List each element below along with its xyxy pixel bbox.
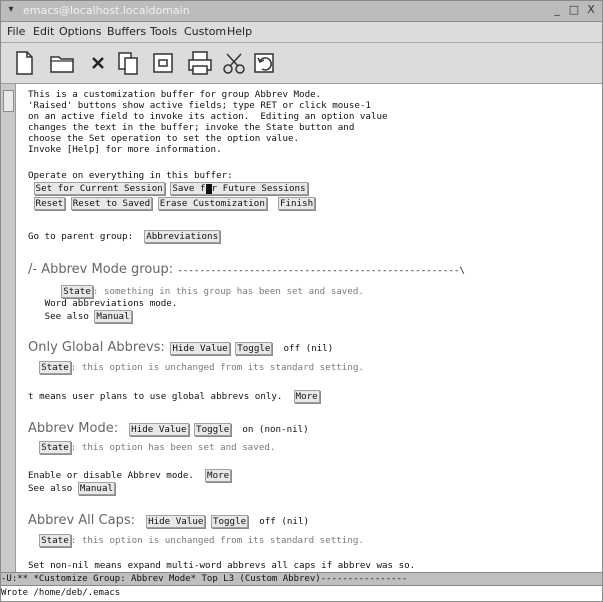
option3-state-line: State: this option is unchanged from its… xyxy=(28,534,364,547)
abbreviations-group-button[interactable]: Abbreviations xyxy=(144,230,221,243)
paste-icon[interactable] xyxy=(149,48,179,78)
save-future-sessions-button[interactable]: Save f r Future Sessions xyxy=(170,182,308,195)
group-desc-text: Word abbreviations mode. xyxy=(44,298,178,309)
option2-description: Enable or disable Abbrev mode. xyxy=(28,470,194,481)
minimize-button[interactable]: _ xyxy=(550,3,564,17)
option1-description: t means user plans to use global abbrevs… xyxy=(28,391,283,402)
group-state-text: : something in this group has been set a… xyxy=(92,286,364,297)
minibuffer-text: Wrote /home/deb/.emacs xyxy=(1,588,121,598)
buffer-text: This is a customization buffer for group… xyxy=(28,84,593,572)
option-only-global-abbrevs-line: Only Global Abbrevs: Hide Value Toggle o… xyxy=(28,340,334,355)
menu-bar: File Edit Options Buffers Tools Custom H… xyxy=(1,22,602,43)
new-file-icon[interactable] xyxy=(9,48,39,78)
close-window-button[interactable]: X xyxy=(584,3,598,17)
hide-value-button[interactable]: Hide Value xyxy=(129,423,189,436)
reset-to-saved-button[interactable]: Reset to Saved xyxy=(70,197,153,210)
operate-buttons-row-1: Set for Current Session Save f r Future S… xyxy=(28,182,308,195)
option-abbrev-mode-line: Abbrev Mode: Hide Value Toggle on (non-n… xyxy=(28,421,309,436)
intro-line: changes the text in the buffer; invoke t… xyxy=(28,122,355,133)
menu-custom[interactable]: Custom xyxy=(184,25,226,38)
option2-see-also-line: See also Manual xyxy=(28,482,116,495)
toggle-button[interactable]: Toggle xyxy=(235,342,273,355)
set-current-session-button[interactable]: Set for Current Session xyxy=(33,182,165,195)
menu-buffers[interactable]: Buffers xyxy=(107,25,146,38)
close-icon[interactable] xyxy=(83,48,113,78)
group-description: Word abbreviations mode. xyxy=(28,298,178,309)
option1-state-text: : this option is unchanged from its stan… xyxy=(70,362,364,373)
intro-line: This is a customization buffer for group… xyxy=(28,89,322,100)
option3-description-line: Set non-nil means expand multi-word abbr… xyxy=(28,560,416,571)
menu-file[interactable]: File xyxy=(7,25,25,38)
option-abbrev-all-caps-name: Abbrev All Caps: xyxy=(28,513,135,528)
group-state-button[interactable]: State xyxy=(61,285,93,298)
option-abbrev-all-caps-line: Abbrev All Caps: Hide Value Toggle off (… xyxy=(28,513,310,528)
erase-customization-button[interactable]: Erase Customization xyxy=(157,197,267,210)
print-icon[interactable] xyxy=(185,48,215,78)
group-state-line: State: something in this group has been … xyxy=(28,285,364,298)
tool-bar xyxy=(1,43,602,84)
scrollbar[interactable] xyxy=(1,84,16,572)
option2-see-also: See also xyxy=(28,483,73,494)
window-controls: _ □ X xyxy=(550,3,598,17)
intro-line: Invoke [Help] for more information. xyxy=(28,144,222,155)
scroll-thumb[interactable] xyxy=(3,90,14,112)
maximize-button[interactable]: □ xyxy=(567,3,581,17)
title-bar[interactable]: ▾ emacs@localhost.localdomain _ □ X xyxy=(1,1,602,22)
option3-state-text: : this option is unchanged from its stan… xyxy=(70,535,364,546)
intro-line: on an active field to invoke its action.… xyxy=(28,111,388,122)
intro-line: choose the Set operation to set the opti… xyxy=(28,133,300,144)
parent-group-prefix: Go to parent group: xyxy=(28,231,134,242)
group-manual-button[interactable]: Manual xyxy=(94,310,132,323)
option2-state-text: : this option has been set and saved. xyxy=(70,442,276,453)
hide-value-button[interactable]: Hide Value xyxy=(146,515,206,528)
option1-state-button[interactable]: State xyxy=(39,361,71,374)
option-value: on (non-nil) xyxy=(242,424,309,435)
toggle-button[interactable]: Toggle xyxy=(194,423,232,436)
menu-edit[interactable]: Edit xyxy=(33,25,54,38)
undo-icon[interactable] xyxy=(249,48,279,78)
save-label-start: Save f xyxy=(172,183,206,194)
emacs-window: ▾ emacs@localhost.localdomain _ □ X File… xyxy=(0,0,603,602)
group-header-line: /- Abbrev Mode group: ------------------… xyxy=(28,262,465,277)
menu-help[interactable]: Help xyxy=(227,25,252,38)
option1-more-button[interactable]: More xyxy=(293,390,320,403)
menu-tools[interactable]: Tools xyxy=(150,25,177,38)
option-value: off (nil) xyxy=(259,516,310,527)
operate-line: Operate on everything in this buffer: xyxy=(28,170,233,181)
finish-button[interactable]: Finish xyxy=(277,197,316,210)
cut-icon[interactable] xyxy=(219,48,249,78)
toggle-button[interactable]: Toggle xyxy=(210,515,249,528)
group-header-dashes: ----------------------------------------… xyxy=(177,265,465,276)
intro-line: 'Raised' buttons show active fields; typ… xyxy=(28,100,371,111)
option2-state-line: State: this option has been set and save… xyxy=(28,441,275,454)
option2-manual-button[interactable]: Manual xyxy=(77,482,116,495)
group-see-also: See also xyxy=(44,311,89,322)
customize-buffer[interactable]: This is a customization buffer for group… xyxy=(1,84,602,572)
option-only-global-abbrevs-name: Only Global Abbrevs: xyxy=(28,340,165,355)
option-abbrev-mode-name: Abbrev Mode: xyxy=(28,421,119,436)
menu-options[interactable]: Options xyxy=(59,25,101,38)
save-label-end: r Future Sessions xyxy=(211,183,306,194)
option2-state-button[interactable]: State xyxy=(39,441,71,454)
option2-more-button[interactable]: More xyxy=(205,469,232,482)
option1-state-line: State: this option is unchanged from its… xyxy=(28,361,364,374)
option1-description-line: t means user plans to use global abbrevs… xyxy=(28,390,320,403)
option-value: off (nil) xyxy=(283,343,334,354)
operate-buttons-row-2: Reset Reset to Saved Erase Customization… xyxy=(28,197,316,210)
window-menu-icon[interactable]: ▾ xyxy=(5,4,17,16)
parent-group-line: Go to parent group: Abbreviations xyxy=(28,230,221,243)
window-title: emacs@localhost.localdomain xyxy=(23,4,190,17)
mode-line[interactable]: -U:** *Customize Group: Abbrev Mode* Top… xyxy=(1,572,602,586)
option3-state-button[interactable]: State xyxy=(39,534,71,547)
group-see-also-line: See also Manual xyxy=(28,310,132,323)
open-folder-icon[interactable] xyxy=(47,48,77,78)
copy-icon[interactable] xyxy=(113,48,143,78)
option2-description-line: Enable or disable Abbrev mode. More xyxy=(28,469,232,482)
group-header: /- Abbrev Mode group: xyxy=(28,262,178,277)
hide-value-button[interactable]: Hide Value xyxy=(170,342,230,355)
reset-button[interactable]: Reset xyxy=(33,197,66,210)
minibuffer: Wrote /home/deb/.emacs xyxy=(1,586,602,601)
